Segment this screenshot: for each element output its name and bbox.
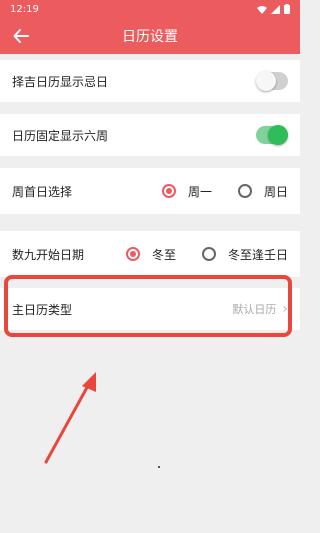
radio-button-checked[interactable] xyxy=(125,247,140,261)
status-bar: 12:19 xyxy=(0,0,300,18)
radio-option-dongzhi-renri[interactable]: 冬至逢壬日 xyxy=(201,246,288,263)
battery-icon xyxy=(284,4,290,14)
page-title: 日历设置 xyxy=(122,29,178,45)
wifi-icon xyxy=(257,5,267,14)
stray-dot xyxy=(158,466,160,468)
radio-option-dongzhi[interactable]: 冬至 xyxy=(125,246,176,263)
week-start-radio-group: 周一 周日 xyxy=(144,183,288,200)
radio-button[interactable] xyxy=(201,247,216,261)
annotation-arrow xyxy=(44,372,96,464)
radio-button[interactable] xyxy=(237,184,252,198)
radio-label: 冬至 xyxy=(151,247,176,262)
setting-label: 日历固定显示六周 xyxy=(12,128,109,143)
setting-row-fixed-six-weeks: 日历固定显示六周 xyxy=(0,114,300,156)
status-time: 12:19 xyxy=(10,3,39,15)
toggle-knob xyxy=(256,71,276,91)
setting-label: 周首日选择 xyxy=(12,184,73,199)
fixed-six-weeks-toggle[interactable] xyxy=(256,125,288,145)
back-arrow-icon xyxy=(13,29,29,43)
radio-button-checked[interactable] xyxy=(161,184,176,198)
back-button[interactable] xyxy=(10,25,32,47)
highlight-annotation-box xyxy=(4,275,292,337)
status-icons xyxy=(257,4,290,14)
shujiu-start-radio-group: 冬至 冬至逢壬日 xyxy=(108,246,288,263)
setting-label: 数九开始日期 xyxy=(12,247,85,262)
radio-label: 周一 xyxy=(187,184,212,199)
setting-row-week-start: 周首日选择 周一 周日 xyxy=(0,168,300,214)
setting-row-shujiu-start: 数九开始日期 冬至 冬至逢壬日 xyxy=(0,231,300,277)
show-bad-days-toggle[interactable] xyxy=(256,71,288,91)
toggle-knob xyxy=(268,125,288,145)
app-bar: 日历设置 xyxy=(0,18,300,54)
signal-icon xyxy=(271,4,280,14)
radio-option-sunday[interactable]: 周日 xyxy=(237,183,288,200)
radio-option-monday[interactable]: 周一 xyxy=(161,183,212,200)
setting-label: 择吉日历显示忌日 xyxy=(12,74,109,89)
radio-label: 冬至逢壬日 xyxy=(227,247,288,262)
setting-row-show-bad-days: 择吉日历显示忌日 xyxy=(0,60,300,102)
radio-label: 周日 xyxy=(263,184,288,199)
